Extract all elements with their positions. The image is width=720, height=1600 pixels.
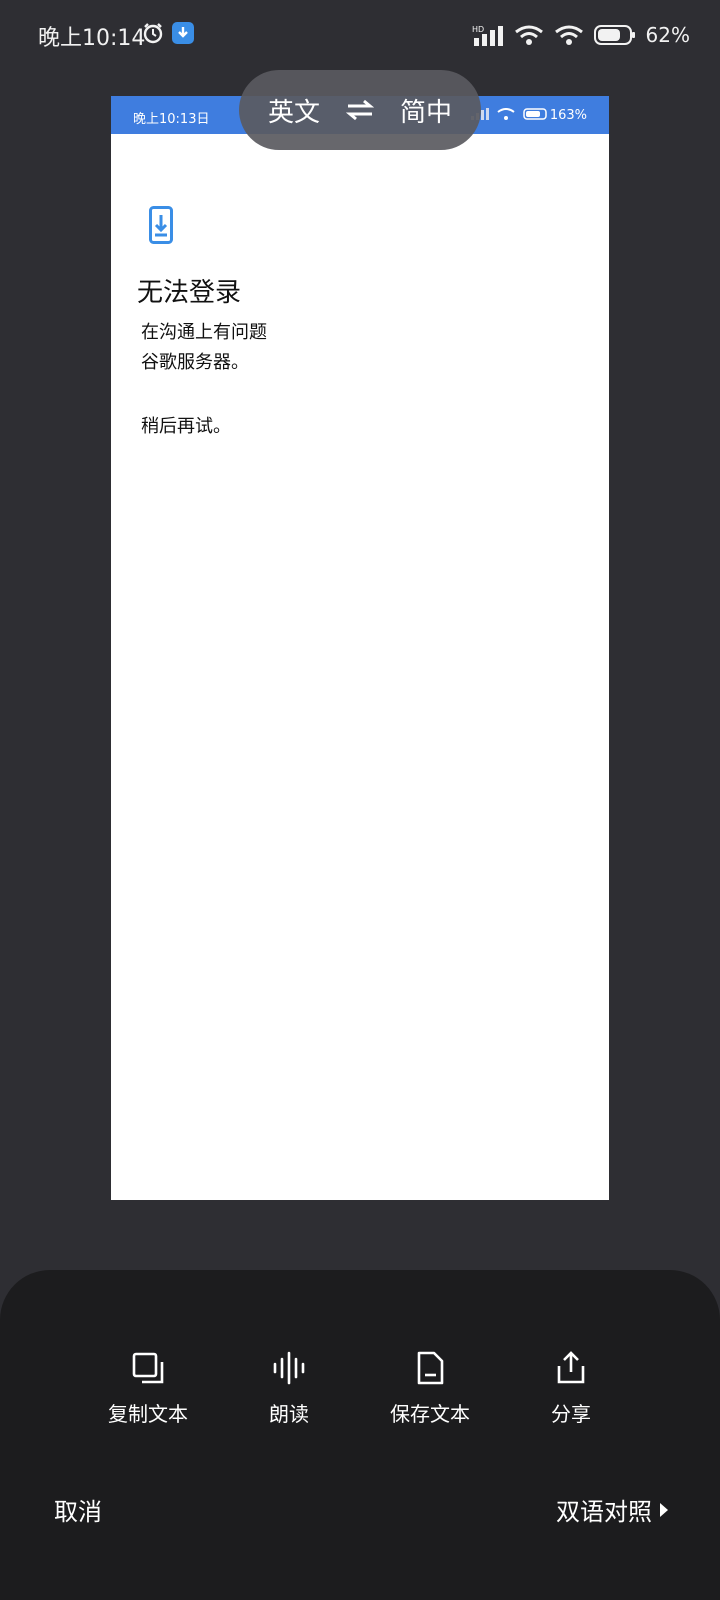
share-label: 分享 [551,1402,591,1426]
preview-wifi-icon [497,108,515,120]
preview-status-icons [471,108,549,120]
alarm-icon [143,23,163,44]
sound-wave-icon [273,1351,305,1385]
preview-line-1: 在沟通上有问题 [141,322,267,343]
action-sheet: 复制文本 朗读 保存文本 分享 取消 双语对照 [0,1270,720,1600]
phone-download-icon [149,206,173,244]
source-language[interactable]: 英文 [268,92,320,129]
translation-preview: 晚上10:13日 163% 无法登录 在沟通上有问题 谷歌服务器。 稍后再试。 [111,96,609,1200]
read-aloud-button[interactable]: 朗读 [219,1350,359,1427]
save-text-label: 保存文本 [390,1402,470,1426]
preview-status-time: 晚上10:13日 [133,112,210,127]
bilingual-compare-button[interactable]: 双语对照 [556,1492,670,1527]
triangle-right-icon [660,1502,668,1517]
battery-icon [593,25,635,45]
wifi-icon [514,25,543,45]
copy-icon [132,1352,164,1384]
status-bar: 晚上10:14 HD 62% [0,0,720,70]
read-aloud-label: 朗读 [269,1402,309,1426]
copy-text-label: 复制文本 [108,1402,188,1426]
wifi-6-icon [554,25,583,45]
cancel-button[interactable]: 取消 [54,1492,102,1527]
language-switch[interactable]: 英文 简中 [239,70,481,150]
svg-text:HD: HD [472,25,484,34]
download-app-icon [172,22,194,44]
preview-line-3: 稍后再试。 [141,416,231,437]
preview-status-percent: 163% [549,108,587,123]
preview-line-2: 谷歌服务器。 [141,352,249,373]
share-icon [557,1351,585,1384]
save-text-button[interactable]: 保存文本 [360,1350,500,1427]
signal-icon: HD [472,25,503,46]
document-icon [417,1351,444,1385]
preview-battery-icon [523,108,547,120]
bilingual-compare-label: 双语对照 [556,1498,652,1526]
preview-title: 无法登录 [137,278,242,308]
share-button[interactable]: 分享 [501,1350,641,1427]
battery-percent: 62% [645,23,690,47]
swap-arrows-icon[interactable] [346,99,374,121]
status-time: 晚上10:14 [38,26,146,51]
copy-text-button[interactable]: 复制文本 [78,1350,218,1427]
target-language[interactable]: 简中 [400,92,452,129]
status-indicators: HD 62% [472,20,690,50]
